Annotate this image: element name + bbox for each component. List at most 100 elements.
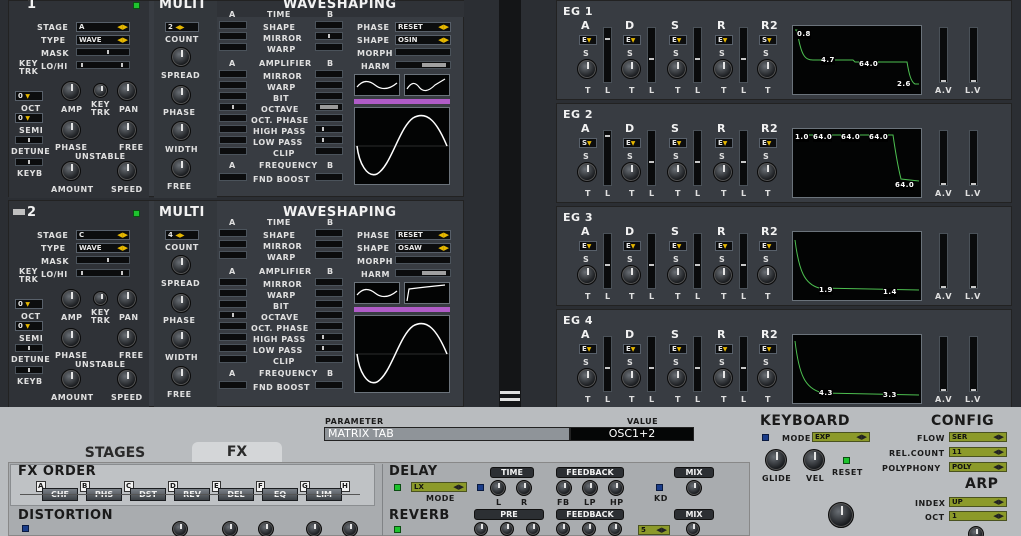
osc2-amp-knob[interactable] bbox=[61, 289, 81, 309]
osc2-clip-a[interactable] bbox=[219, 355, 247, 363]
eg-curve-select[interactable]: E▼ bbox=[759, 138, 777, 148]
osc2-drag-handle[interactable] bbox=[13, 209, 25, 215]
eg-time-knob[interactable] bbox=[621, 59, 641, 79]
delay-hp-knob[interactable] bbox=[608, 480, 624, 496]
eg-time-knob[interactable] bbox=[713, 368, 733, 388]
delay-mix-knob[interactable] bbox=[686, 480, 702, 496]
distortion-knob-3[interactable] bbox=[258, 521, 274, 536]
osc1-octave-a[interactable] bbox=[219, 103, 247, 111]
osc1-oct-select[interactable]: 0 ▼ bbox=[15, 91, 43, 101]
osc2-highpass-b[interactable] bbox=[315, 333, 343, 341]
eg-level-slider[interactable] bbox=[603, 130, 612, 186]
osc2-type-select[interactable]: WAVE ◀▶ bbox=[76, 243, 130, 253]
eg-curve-select[interactable]: E▼ bbox=[623, 241, 641, 251]
eg-curve-select[interactable]: E▼ bbox=[715, 138, 733, 148]
osc2-width-knob[interactable] bbox=[171, 329, 191, 349]
reverb-enable-led[interactable] bbox=[394, 526, 401, 533]
osc1-unison-free-knob[interactable] bbox=[171, 158, 191, 178]
relcount-select[interactable]: 11 ◀▶ bbox=[949, 447, 1007, 457]
eg-curve-select[interactable]: S▼ bbox=[579, 138, 597, 148]
osc1-mirror2-b[interactable] bbox=[315, 70, 343, 78]
osc1-lowpass-a[interactable] bbox=[219, 136, 247, 144]
eg-level-slider[interactable] bbox=[739, 233, 748, 289]
osc2-stage-select[interactable]: C ◀▶ bbox=[76, 230, 130, 240]
eg-level-slider[interactable] bbox=[647, 233, 656, 289]
osc2-time-b[interactable] bbox=[315, 229, 343, 237]
reverb-select[interactable]: 5 ◀▶ bbox=[638, 525, 670, 535]
reverb-knob-3[interactable] bbox=[526, 522, 540, 536]
eg-time-knob[interactable] bbox=[577, 265, 597, 285]
eg-curve-select[interactable]: E▼ bbox=[759, 241, 777, 251]
osc1-enable-led[interactable] bbox=[133, 2, 140, 9]
reverb-mix-knob[interactable] bbox=[686, 522, 700, 536]
eg-curve-select[interactable]: E▼ bbox=[669, 344, 687, 354]
eg-lv-slider[interactable] bbox=[969, 130, 978, 186]
osc2-lowpass-a[interactable] bbox=[219, 344, 247, 352]
osc1-shape-b[interactable] bbox=[315, 32, 343, 40]
eg-level-slider[interactable] bbox=[603, 336, 612, 392]
delay-lp-knob[interactable] bbox=[582, 480, 598, 496]
scroll-grip-icon[interactable] bbox=[500, 391, 520, 394]
keyboard-reset-led[interactable] bbox=[843, 457, 850, 464]
osc2-phase-knob[interactable] bbox=[61, 328, 81, 348]
eg-av-slider[interactable] bbox=[939, 336, 948, 392]
eg-level-slider[interactable] bbox=[693, 233, 702, 289]
osc1-lohi-slider[interactable] bbox=[76, 61, 130, 69]
osc1-keyb-slider[interactable] bbox=[15, 158, 43, 166]
eg-level-slider[interactable] bbox=[693, 336, 702, 392]
osc2-warp2-b[interactable] bbox=[315, 289, 343, 297]
eg-lv-slider[interactable] bbox=[969, 233, 978, 289]
eg-level-slider[interactable] bbox=[739, 130, 748, 186]
osc1-time-a[interactable] bbox=[219, 21, 247, 29]
osc2-mirror2-a[interactable] bbox=[219, 278, 247, 286]
osc2-enable-led[interactable] bbox=[133, 210, 140, 217]
eg-time-knob[interactable] bbox=[757, 368, 777, 388]
delay-sync-led[interactable] bbox=[477, 484, 484, 491]
eg-level-slider[interactable] bbox=[603, 27, 612, 83]
eg-time-knob[interactable] bbox=[667, 59, 687, 79]
arp-index-select[interactable]: UP ◀▶ bbox=[949, 497, 1007, 507]
osc2-unison-free-knob[interactable] bbox=[171, 366, 191, 386]
eg-curve-select[interactable]: E▼ bbox=[715, 241, 733, 251]
distortion-knob-4[interactable] bbox=[306, 521, 322, 536]
eg-time-knob[interactable] bbox=[621, 368, 641, 388]
osc2-spread-knob[interactable] bbox=[171, 255, 191, 275]
osc2-shape-mode-select[interactable]: OSAW ◀▶ bbox=[395, 243, 451, 253]
osc2-clip-b[interactable] bbox=[315, 355, 343, 363]
osc1-octphase-b[interactable] bbox=[315, 114, 343, 122]
osc2-time-a[interactable] bbox=[219, 229, 247, 237]
keyboard-mode-select[interactable]: EXP ◀▶ bbox=[812, 432, 870, 442]
osc1-semi-select[interactable]: 0 ▼ bbox=[15, 113, 43, 123]
eg-curve-select[interactable]: S▼ bbox=[759, 35, 777, 45]
arp-small-knob[interactable] bbox=[968, 526, 984, 536]
eg-level-slider[interactable] bbox=[739, 336, 748, 392]
osc2-octave-b[interactable] bbox=[315, 311, 343, 319]
osc1-clip-b[interactable] bbox=[315, 147, 343, 155]
eg-time-knob[interactable] bbox=[621, 265, 641, 285]
osc2-free-knob[interactable] bbox=[117, 328, 137, 348]
eg-time-knob[interactable] bbox=[621, 162, 641, 182]
osc2-pan-knob[interactable] bbox=[117, 289, 137, 309]
matrix-scroll-strip[interactable] bbox=[499, 0, 521, 407]
osc2-lowpass-b[interactable] bbox=[315, 344, 343, 352]
eg-av-slider[interactable] bbox=[939, 130, 948, 186]
osc2-semi-select[interactable]: 0 ▼ bbox=[15, 321, 43, 331]
eg-level-slider[interactable] bbox=[693, 130, 702, 186]
osc2-keytrk-knob[interactable] bbox=[93, 291, 108, 306]
osc2-mirror-b[interactable] bbox=[315, 251, 343, 259]
osc1-bit-a[interactable] bbox=[219, 92, 247, 100]
eg-time-knob[interactable] bbox=[667, 265, 687, 285]
reverb-knob-4[interactable] bbox=[556, 522, 570, 536]
eg-lv-slider[interactable] bbox=[969, 27, 978, 83]
osc1-time-b[interactable] bbox=[315, 21, 343, 29]
eg-curve-select[interactable]: E▼ bbox=[669, 138, 687, 148]
osc1-mirror-a[interactable] bbox=[219, 43, 247, 51]
osc2-morph-slider[interactable] bbox=[395, 256, 451, 264]
osc2-speed-knob[interactable] bbox=[117, 369, 137, 389]
delay-time-l-knob[interactable] bbox=[490, 480, 506, 496]
eg-time-knob[interactable] bbox=[577, 162, 597, 182]
reverb-knob-6[interactable] bbox=[608, 522, 622, 536]
eg-time-knob[interactable] bbox=[757, 59, 777, 79]
osc2-octave-a[interactable] bbox=[219, 311, 247, 319]
osc2-octphase-b[interactable] bbox=[315, 322, 343, 330]
